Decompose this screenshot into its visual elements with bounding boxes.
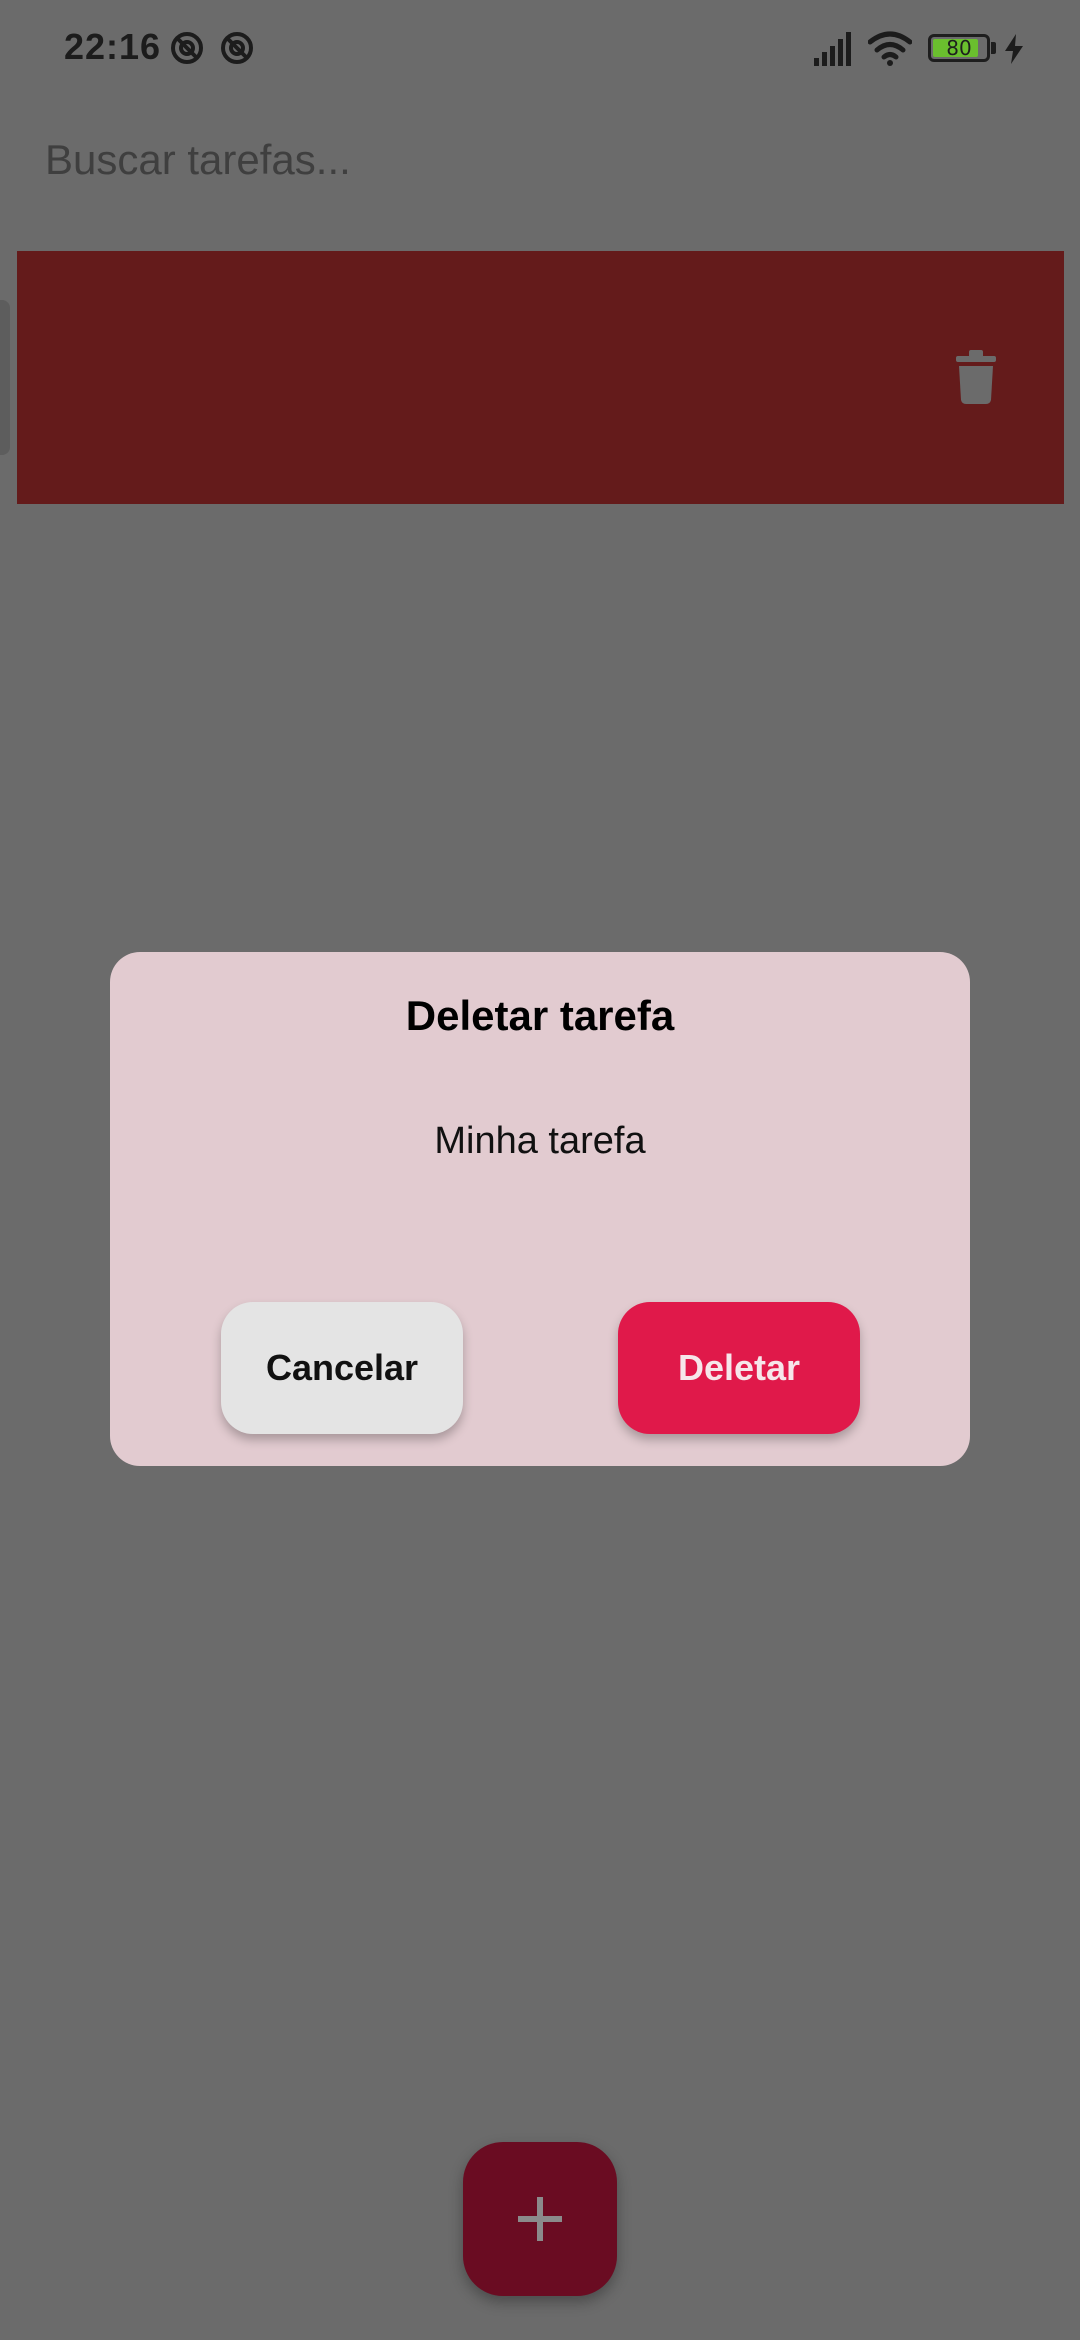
status-time: 22:16	[64, 26, 162, 67]
notification-icon	[171, 32, 203, 64]
wifi-icon	[868, 31, 912, 66]
battery-level: 80	[946, 36, 972, 60]
search-input[interactable]	[30, 120, 1050, 200]
status-bar: 22:16 80	[0, 0, 1080, 100]
charging-icon	[1005, 34, 1023, 64]
battery-icon: 80	[928, 34, 990, 62]
task-card-edge	[0, 300, 10, 455]
task-row-swipe-delete[interactable]	[17, 251, 1064, 504]
dialog-message: Minha tarefa	[434, 1120, 646, 1162]
screen: 22:16 80 Buscar tarefas... Deletar taref…	[0, 0, 1080, 2340]
cancel-button[interactable]: Cancelar	[221, 1302, 463, 1434]
add-task-button[interactable]	[463, 2142, 617, 2296]
trash-icon[interactable]	[956, 350, 996, 404]
notification-icon	[221, 32, 253, 64]
dialog-title: Deletar tarefa	[405, 992, 675, 1039]
delete-button[interactable]: Deletar	[618, 1302, 860, 1434]
delete-dialog: Deletar tarefa Minha tarefa Cancelar Del…	[110, 952, 970, 1466]
battery-cap	[991, 42, 996, 54]
plus-icon	[518, 2197, 562, 2241]
signal-icon	[814, 32, 851, 66]
